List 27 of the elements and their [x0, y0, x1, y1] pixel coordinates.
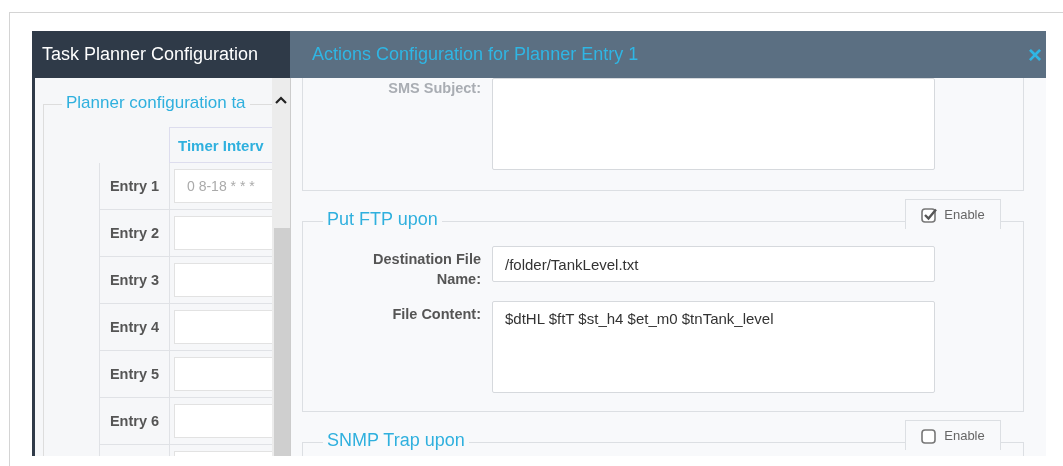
fieldset-legend: Planner configuration ta: [62, 93, 250, 113]
enable-checkbox[interactable]: Enable: [905, 199, 1001, 229]
row-label: Entry 3: [99, 257, 169, 304]
input-field[interactable]: /folder/TankLevel.txt: [492, 246, 935, 282]
chevron-up-icon[interactable]: [275, 96, 287, 104]
section-legend: SNMP Trap upon: [323, 430, 469, 451]
dialog-title: Actions Configuration for Planner Entry 1: [312, 44, 639, 65]
input-field[interactable]: [174, 404, 272, 438]
window-title: Task Planner Configuration: [41, 43, 260, 66]
text-area[interactable]: [492, 78, 935, 170]
input-field[interactable]: [174, 310, 272, 344]
text-area[interactable]: $dtHL $ftT $st_h4 $et_m0 $tnTank_level: [492, 301, 935, 393]
row-label: Entry 2: [99, 210, 169, 257]
row-label: Entry 6: [99, 398, 169, 445]
input-field[interactable]: [174, 357, 272, 391]
row-label: Entry 1: [99, 163, 169, 210]
row-label: Entry 5: [99, 351, 169, 398]
scrollbar[interactable]: [272, 78, 290, 456]
field-label: SMS Subject:: [387, 79, 481, 98]
input-field[interactable]: 0 8-18 * * *: [174, 169, 272, 203]
input-field[interactable]: [174, 216, 272, 250]
field-label: File Content:: [391, 305, 481, 324]
row-label: Entry 4: [99, 304, 169, 351]
input-field[interactable]: [174, 263, 272, 297]
section-legend: Put FTP upon: [323, 209, 442, 230]
field-label: Destination File Name:: [372, 250, 481, 289]
enable-checkbox[interactable]: Enable: [905, 420, 1001, 450]
